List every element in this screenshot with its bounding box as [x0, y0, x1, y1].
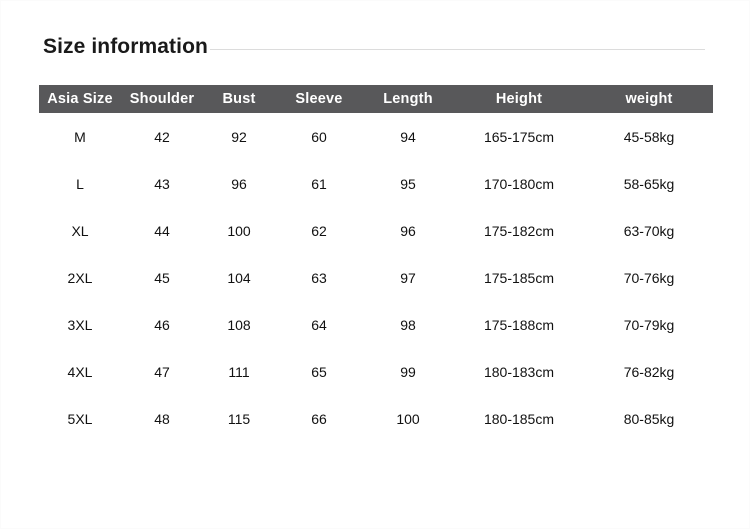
column-header-length: Length — [363, 85, 453, 113]
table-row: L 43 96 61 95 170-180cm 58-65kg — [39, 160, 713, 207]
cell-weight: 76-82kg — [623, 363, 675, 380]
column-header-weight: weight — [585, 85, 713, 113]
page-title-row: Size information — [43, 31, 705, 61]
table-row: XL 44 100 62 96 175-182cm 63-70kg — [39, 207, 713, 254]
cell-weight: 45-58kg — [623, 128, 675, 145]
cell-sleeve: 64 — [311, 316, 327, 333]
table-body: M 42 92 60 94 165-175cm 45-58kg L 43 96 … — [39, 113, 713, 442]
cell-bust: 92 — [231, 128, 247, 145]
cell-shoulder: 47 — [154, 363, 170, 380]
cell-bust: 108 — [227, 316, 251, 333]
cell-weight: 58-65kg — [623, 175, 675, 192]
column-header-shoulder: Shoulder — [121, 85, 203, 113]
cell-height: 175-182cm — [483, 222, 555, 239]
cell-sleeve: 66 — [311, 410, 327, 427]
table-row: M 42 92 60 94 165-175cm 45-58kg — [39, 113, 713, 160]
cell-bust: 104 — [227, 269, 251, 286]
cell-bust: 100 — [227, 222, 251, 239]
size-chart-table: Asia Size Shoulder Bust Sleeve Length He… — [39, 85, 713, 442]
cell-height: 165-175cm — [483, 128, 555, 145]
page-title: Size information — [43, 34, 208, 58]
cell-length: 96 — [400, 222, 416, 239]
cell-bust: 111 — [228, 363, 250, 380]
cell-length: 99 — [400, 363, 416, 380]
cell-length: 100 — [396, 410, 420, 427]
cell-sleeve: 65 — [311, 363, 327, 380]
table-header-row: Asia Size Shoulder Bust Sleeve Length He… — [39, 85, 713, 113]
cell-sleeve: 63 — [311, 269, 327, 286]
title-divider — [209, 48, 705, 50]
table-row: 2XL 45 104 63 97 175-185cm 70-76kg — [39, 254, 713, 301]
cell-bust: 115 — [227, 410, 251, 427]
cell-shoulder: 43 — [154, 175, 170, 192]
cell-height: 180-185cm — [483, 410, 555, 427]
table-row: 3XL 46 108 64 98 175-188cm 70-79kg — [39, 301, 713, 348]
cell-shoulder: 45 — [154, 269, 170, 286]
cell-sleeve: 60 — [311, 128, 327, 145]
cell-shoulder: 44 — [154, 222, 170, 239]
cell-weight: 80-85kg — [623, 410, 675, 427]
cell-shoulder: 42 — [154, 128, 170, 145]
cell-asia-size: L — [76, 175, 84, 192]
cell-weight: 63-70kg — [623, 222, 675, 239]
table-header: Asia Size Shoulder Bust Sleeve Length He… — [39, 85, 713, 113]
cell-height: 175-185cm — [483, 269, 555, 286]
cell-asia-size: 5XL — [67, 410, 93, 427]
cell-asia-size: 2XL — [67, 269, 93, 286]
cell-shoulder: 48 — [154, 410, 170, 427]
cell-length: 97 — [400, 269, 416, 286]
cell-weight: 70-76kg — [623, 269, 675, 286]
column-header-sleeve: Sleeve — [275, 85, 363, 113]
column-header-height: Height — [453, 85, 585, 113]
cell-length: 98 — [400, 316, 416, 333]
cell-weight: 70-79kg — [623, 316, 675, 333]
cell-height: 180-183cm — [483, 363, 555, 380]
table-row: 4XL 47 111 65 99 180-183cm 76-82kg — [39, 348, 713, 395]
cell-sleeve: 62 — [311, 222, 327, 239]
cell-length: 95 — [400, 175, 416, 192]
cell-asia-size: XL — [71, 222, 89, 239]
cell-asia-size: 3XL — [67, 316, 93, 333]
cell-asia-size: 4XL — [67, 363, 93, 380]
cell-bust: 96 — [231, 175, 247, 192]
cell-height: 175-188cm — [483, 316, 555, 333]
cell-shoulder: 46 — [154, 316, 170, 333]
column-header-asia-size: Asia Size — [39, 85, 121, 113]
cell-length: 94 — [400, 128, 416, 145]
cell-sleeve: 61 — [311, 175, 327, 192]
column-header-bust: Bust — [203, 85, 275, 113]
size-information-page: Size information Asia Size Shoulder Bust… — [0, 0, 750, 529]
cell-asia-size: M — [74, 128, 86, 145]
table-row: 5XL 48 115 66 100 180-185cm 80-85kg — [39, 395, 713, 442]
cell-height: 170-180cm — [483, 175, 555, 192]
